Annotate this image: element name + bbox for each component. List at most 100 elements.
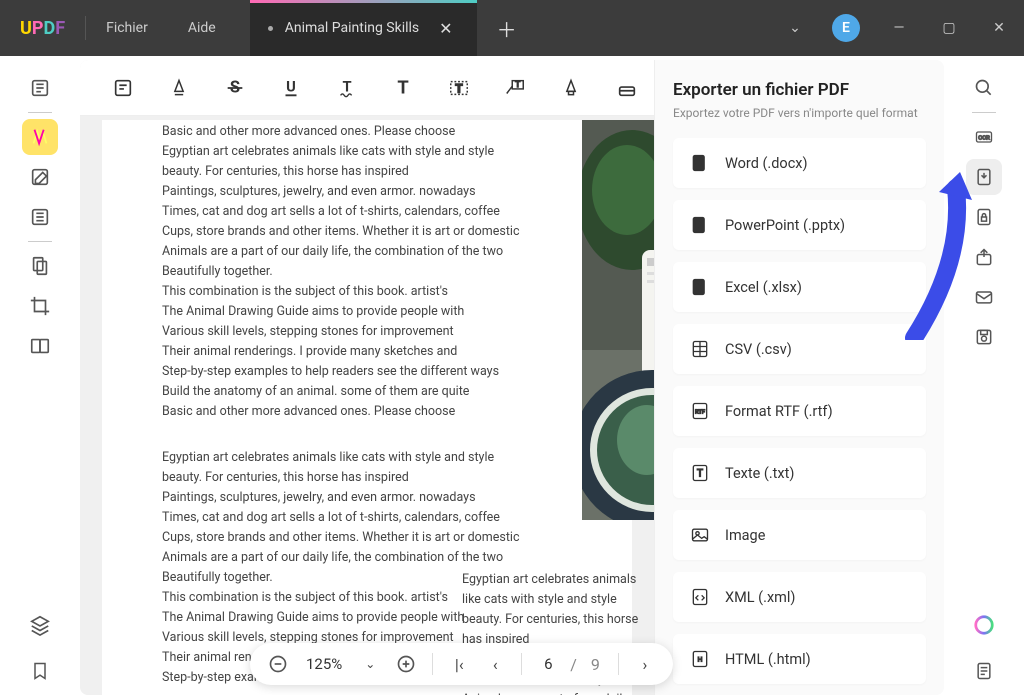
export-item-ppt[interactable]: PPowerPoint (.pptx) xyxy=(673,200,926,250)
excel-icon: X xyxy=(689,276,711,298)
export-item-excel[interactable]: X Excel (.xlsx) xyxy=(673,262,926,312)
convert-button[interactable] xyxy=(966,159,1002,195)
doc-line: Animals are a part of our daily life, th… xyxy=(462,690,642,695)
export-item-rtf[interactable]: RTF Format RTF (.rtf) xyxy=(673,386,926,436)
first-page-button[interactable]: |‹ xyxy=(445,650,473,678)
export-item-img[interactable]: Image xyxy=(673,510,926,560)
word-icon: W xyxy=(689,152,711,174)
html-icon: H xyxy=(689,648,711,670)
export-title: Exporter un fichier PDF xyxy=(673,80,926,100)
text-icon[interactable]: T xyxy=(390,75,416,101)
page-total: 9 xyxy=(585,655,606,674)
svg-text:T: T xyxy=(342,77,351,95)
export-item-label: Excel (.xlsx) xyxy=(725,279,802,296)
zoom-in-button[interactable] xyxy=(392,650,420,678)
doc-line: Cups, store brands and other items. Whet… xyxy=(162,528,572,548)
next-page-button[interactable]: › xyxy=(631,650,659,678)
export-item-label: PowerPoint (.pptx) xyxy=(725,217,845,234)
doc-line: Their animal renderings. I provide many … xyxy=(162,342,572,362)
document-tab[interactable]: Animal Painting Skills ✕ xyxy=(250,0,477,56)
save-button[interactable] xyxy=(966,319,1002,355)
doc-line: Basic and other more advanced ones. Plea… xyxy=(162,122,572,142)
underline-icon[interactable]: U xyxy=(278,75,304,101)
print-button[interactable] xyxy=(966,653,1002,689)
export-item-label: HTML (.html) xyxy=(725,651,811,668)
doc-line: Paintings, sculptures, jewelry, and even… xyxy=(162,182,572,202)
reader-mode-button[interactable] xyxy=(22,70,58,106)
highlight-icon[interactable] xyxy=(166,75,192,101)
doc-line: Animals are a part of our daily life, th… xyxy=(162,548,572,568)
doc-line: Beautifully together. xyxy=(162,262,572,282)
doc-line: Egyptian art celebrates animals like cat… xyxy=(462,570,642,610)
doc-line: Step-by-step examples to help readers se… xyxy=(162,362,572,382)
right-rail: OCR xyxy=(944,56,1024,699)
export-item-label: Format RTF (.rtf) xyxy=(725,403,833,420)
menu-file[interactable]: Fichier xyxy=(86,20,168,36)
menu-help[interactable]: Aide xyxy=(168,20,236,36)
ai-button[interactable] xyxy=(966,607,1002,643)
zoom-out-button[interactable] xyxy=(264,650,292,678)
search-button[interactable] xyxy=(966,70,1002,106)
layers-button[interactable] xyxy=(22,607,58,643)
doc-line: Times, cat and dog art sells a lot of t-… xyxy=(162,202,572,222)
doc-line: Egyptian art celebrates animals like cat… xyxy=(162,142,572,162)
textbox-icon[interactable]: T xyxy=(446,75,472,101)
export-item-txt[interactable]: TTexte (.txt) xyxy=(673,448,926,498)
export-item-csv[interactable]: CSV (.csv) xyxy=(673,324,926,374)
squiggly-icon[interactable]: T xyxy=(334,75,360,101)
export-item-label: CSV (.csv) xyxy=(725,341,792,358)
edit-mode-button[interactable] xyxy=(22,159,58,195)
svg-text:T: T xyxy=(515,80,520,90)
doc-line: Times, cat and dog art sells a lot of t-… xyxy=(162,508,572,528)
prev-page-button[interactable]: ‹ xyxy=(481,650,509,678)
page-image xyxy=(582,120,654,520)
doc-line: Cups, store brands and other items. Whet… xyxy=(162,222,572,242)
maximize-button[interactable]: ▢ xyxy=(924,20,974,36)
tab-title: Animal Painting Skills xyxy=(285,20,419,36)
close-icon[interactable]: ✕ xyxy=(433,19,458,38)
page-tool-button[interactable] xyxy=(22,248,58,284)
svg-text:X: X xyxy=(696,283,701,292)
export-item-xml[interactable]: XML (.xml) xyxy=(673,572,926,622)
new-tab-button[interactable]: ＋ xyxy=(477,14,537,43)
svg-text:RTF: RTF xyxy=(695,410,706,416)
chevron-down-icon[interactable]: ⌄ xyxy=(772,20,818,36)
svg-text:W: W xyxy=(695,159,702,168)
xml-icon xyxy=(689,586,711,608)
bookmark-button[interactable] xyxy=(22,653,58,689)
ocr-button[interactable]: OCR xyxy=(966,119,1002,155)
export-item-label: XML (.xml) xyxy=(725,589,795,606)
doc-line: The Animal Drawing Guide aims to provide… xyxy=(162,302,572,322)
svg-text:T: T xyxy=(397,77,408,98)
doc-line: Egyptian art celebrates animals like cat… xyxy=(162,448,572,468)
export-subtitle: Exportez votre PDF vers n'importe quel f… xyxy=(673,106,926,120)
eraser-icon[interactable] xyxy=(614,75,640,101)
crop-tool-button[interactable] xyxy=(22,288,58,324)
email-button[interactable] xyxy=(966,279,1002,315)
doc-line: beauty. For centuries, this horse has in… xyxy=(162,468,572,488)
organize-mode-button[interactable] xyxy=(22,199,58,235)
doc-line: beauty. For centuries, this horse has in… xyxy=(162,162,572,182)
protect-button[interactable] xyxy=(966,199,1002,235)
left-rail xyxy=(0,56,80,699)
svg-text:T: T xyxy=(697,468,703,479)
strikethrough-icon[interactable]: S xyxy=(222,75,248,101)
minimize-button[interactable]: ― xyxy=(874,20,924,36)
share-button[interactable] xyxy=(966,239,1002,275)
document-viewport[interactable]: Basic and other more advanced ones. Plea… xyxy=(80,116,654,695)
pencil-icon[interactable] xyxy=(558,75,584,101)
page-input[interactable] xyxy=(534,655,562,673)
sticky-note-icon[interactable] xyxy=(110,75,136,101)
export-item-html[interactable]: H HTML (.html) xyxy=(673,634,926,684)
csv-icon xyxy=(689,338,711,360)
zoom-dropdown[interactable]: ⌄ xyxy=(356,650,384,678)
export-panel: Exporter un fichier PDF Exportez votre P… xyxy=(654,60,944,695)
callout-icon[interactable]: T xyxy=(502,75,528,101)
export-item-label: Image xyxy=(725,527,765,544)
svg-text:T: T xyxy=(455,81,463,95)
close-button[interactable]: ✕ xyxy=(974,20,1024,36)
export-item-word[interactable]: WWord (.docx) xyxy=(673,138,926,188)
comment-mode-button[interactable] xyxy=(22,119,58,155)
avatar[interactable]: E xyxy=(832,14,860,42)
compare-button[interactable] xyxy=(22,328,58,364)
